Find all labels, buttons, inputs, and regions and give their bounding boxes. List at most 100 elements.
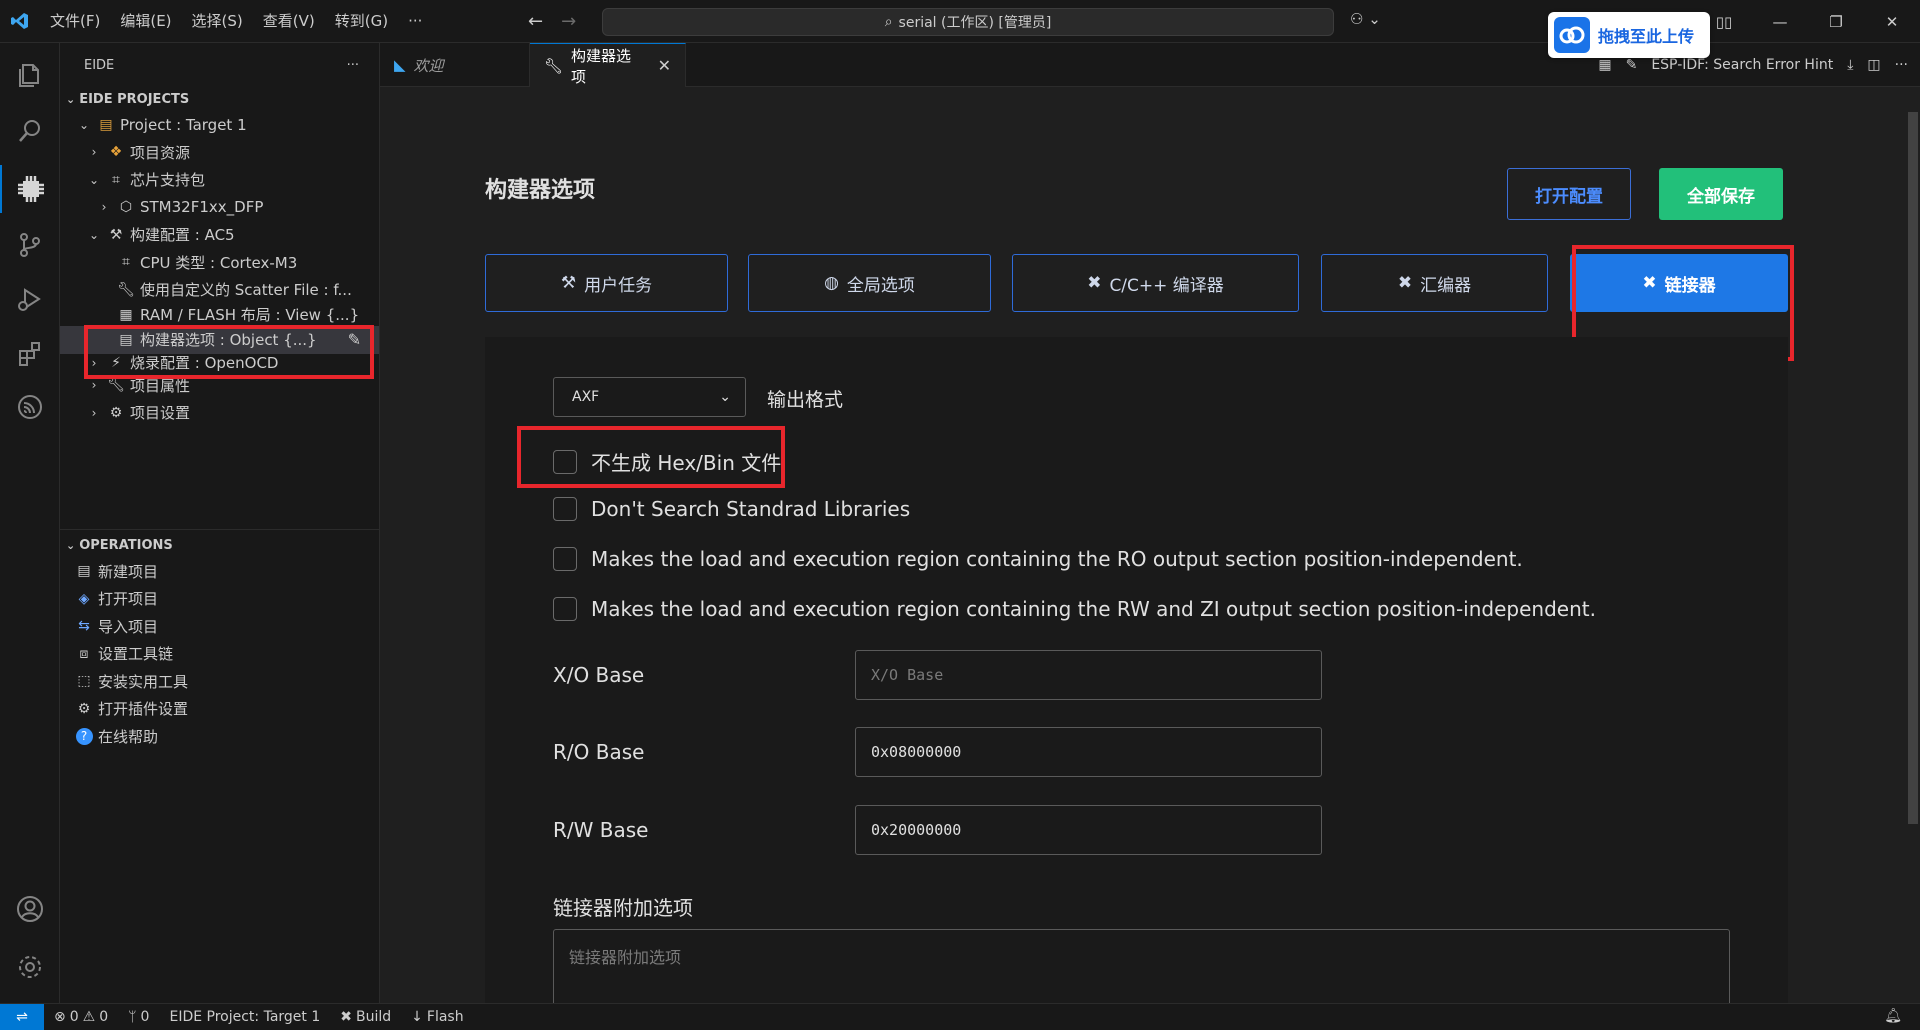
warning-icon: ⚠ — [82, 1009, 96, 1025]
close-window-icon[interactable]: ✕ — [1864, 13, 1920, 31]
checkbox[interactable] — [553, 597, 577, 621]
split-editor-icon[interactable]: ◫ — [1867, 57, 1880, 73]
op-import-project[interactable]: ⇆ 导入项目 — [60, 613, 379, 641]
minimize-icon[interactable]: — — [1752, 13, 1808, 31]
tab-button-label: 链接器 — [1664, 275, 1716, 296]
tree-item-label: 烧录配置 : OpenOCD — [130, 354, 279, 372]
espressif-icon[interactable] — [0, 383, 60, 431]
globe-icon: ◍ — [824, 273, 839, 293]
wrench-icon: 🔧︎ — [544, 56, 564, 75]
tree-item-flash-config[interactable]: › ⚡︎ 烧录配置 : OpenOCD — [60, 354, 379, 372]
tab-user-tasks[interactable]: ⚒ 用户任务 — [485, 254, 728, 312]
tab-builder-options[interactable]: 🔧︎ 构建器选项 ✕ — [530, 43, 686, 87]
problems-status[interactable]: ⊗ 0 ⚠ 0 — [44, 1009, 118, 1025]
eide-projects-section[interactable]: ⌄ EIDE PROJECTS — [60, 87, 379, 111]
source-control-icon[interactable] — [0, 221, 60, 269]
op-plugin-settings[interactable]: ⚙ 打开插件设置 — [60, 695, 379, 723]
download-icon[interactable]: ⤓ — [1847, 57, 1853, 73]
tab-assembler[interactable]: ✖ 汇编器 — [1321, 254, 1548, 312]
bell-icon[interactable]: 🔔︎ — [1884, 1008, 1902, 1024]
tree-item-cpu-type[interactable]: ⌗ CPU 类型 : Cortex-M3 — [60, 249, 379, 277]
tree-item-label: 项目设置 — [130, 404, 191, 423]
chevron-down-icon: ⌄ — [88, 172, 100, 187]
build-status[interactable]: ✖ Build — [330, 1009, 401, 1025]
op-online-help[interactable]: ? 在线帮助 — [60, 723, 379, 751]
menu-edit[interactable]: 编辑(E) — [110, 0, 181, 43]
op-install-tools[interactable]: ⬚ 安装实用工具 — [60, 668, 379, 696]
xo-base-input[interactable]: X/O Base — [855, 650, 1322, 700]
brush-icon[interactable]: ✎ — [1626, 57, 1638, 73]
checkbox-row-rw-pi[interactable]: Makes the load and execution region cont… — [553, 597, 1596, 621]
menu-more[interactable]: ··· — [398, 0, 432, 43]
tab-linker[interactable]: ✖ 链接器 — [1570, 254, 1788, 312]
scrollbar-thumb[interactable] — [1908, 112, 1918, 824]
flash-status[interactable]: ↓ Flash — [401, 1009, 473, 1025]
package-cube-icon: ⬡ — [119, 199, 133, 216]
tree-item-chip-package[interactable]: ⌄ ⌗ 芯片支持包 — [60, 166, 379, 194]
tab-button-label: 汇编器 — [1420, 275, 1472, 296]
checkbox[interactable] — [553, 449, 577, 474]
tab-welcome[interactable]: ◣ 欢迎 — [380, 43, 530, 87]
tree-item-project-settings[interactable]: › ⚙ 项目设置 — [60, 399, 379, 427]
more-actions-icon[interactable]: ··· — [1895, 57, 1908, 73]
output-format-select[interactable]: AXF ⌄ — [553, 377, 746, 417]
checkbox-row-ro-pi[interactable]: Makes the load and execution region cont… — [553, 547, 1523, 571]
operations-section[interactable]: ⌄ OPERATIONS — [60, 534, 379, 558]
remote-icon[interactable]: ⇌ — [0, 1003, 44, 1030]
toolbox-icon: ⧈ — [79, 645, 89, 662]
tree-item-stm32-dfp[interactable]: › ⬡ STM32F1xx_DFP — [60, 194, 379, 222]
open-config-button[interactable]: 打开配置 — [1507, 168, 1631, 220]
rw-base-input[interactable]: 0x20000000 — [855, 805, 1322, 855]
cloud-upload-icon — [1554, 17, 1590, 53]
esp-idf-hint-label[interactable]: ESP-IDF: Search Error Hint — [1651, 57, 1833, 73]
forward-arrow-icon[interactable]: → — [561, 11, 576, 32]
search-icon: ⌕ — [884, 14, 893, 30]
operations-header: OPERATIONS — [79, 538, 173, 553]
ro-base-input[interactable]: 0x08000000 — [855, 727, 1322, 777]
menu-view[interactable]: 查看(V) — [253, 0, 325, 43]
save-all-button[interactable]: 全部保存 — [1659, 168, 1783, 220]
maximize-icon[interactable]: ❐ — [1808, 13, 1864, 31]
editor-scrollbar[interactable] — [1906, 87, 1920, 1003]
edit-pencil-icon[interactable]: ✎ — [348, 330, 361, 349]
menu-go[interactable]: 转到(G) — [325, 0, 398, 43]
more-actions-icon[interactable]: ··· — [347, 58, 359, 73]
run-debug-icon[interactable] — [0, 275, 60, 323]
build-icon[interactable]: ▦ — [1598, 57, 1611, 73]
tree-item-project-resources[interactable]: › ❖ 项目资源 — [60, 139, 379, 167]
manage-gear-icon[interactable] — [0, 943, 60, 991]
tab-global-options[interactable]: ◍ 全局选项 — [748, 254, 991, 312]
search-view-icon[interactable] — [0, 107, 60, 155]
help-icon: ? — [74, 727, 94, 745]
checkbox-row-no-hex[interactable]: 不生成 Hex/Bin 文件 — [553, 447, 781, 476]
command-center-search[interactable]: ⌕ serial (工作区) [管理员] — [602, 8, 1334, 36]
gear-icon: ⚙ — [109, 404, 123, 421]
tree-item-builder-options[interactable]: ▤ 构建器选项 : Object {...} ✎ — [60, 325, 379, 354]
close-icon[interactable]: ✕ — [658, 56, 671, 75]
checkbox-label: Makes the load and execution region cont… — [591, 597, 1596, 621]
tree-item-memory-layout[interactable]: ▦ RAM / FLASH 布局 : View {...} — [60, 304, 379, 326]
checkbox[interactable] — [553, 497, 577, 521]
tree-item-build-config[interactable]: ⌄ ⚒ 构建配置 : AC5 — [60, 221, 379, 249]
upload-badge[interactable]: 拖拽至此上传 — [1548, 12, 1710, 58]
menu-selection[interactable]: 选择(S) — [182, 0, 253, 43]
op-new-project[interactable]: ▤ 新建项目 — [60, 558, 379, 586]
eide-project-status[interactable]: EIDE Project: Target 1 — [159, 1009, 330, 1025]
tree-item-project-properties[interactable]: › 🔧︎ 项目属性 — [60, 372, 379, 400]
menu-file[interactable]: 文件(F) — [40, 0, 110, 43]
checkbox-row-no-std-libs[interactable]: Don't Search Standrad Libraries — [553, 497, 910, 521]
tab-c-compiler[interactable]: ✖ C/C++ 编译器 — [1012, 254, 1299, 312]
copilot-icon[interactable]: ⚇ ⌄ — [1350, 10, 1381, 28]
op-set-toolchain[interactable]: ⧈ 设置工具链 — [60, 640, 379, 668]
extensions-icon[interactable] — [0, 329, 60, 377]
checkbox[interactable] — [553, 547, 577, 571]
back-arrow-icon[interactable]: ← — [528, 11, 543, 32]
ports-status[interactable]: ᛘ 0 — [118, 1009, 159, 1025]
op-open-project[interactable]: ◈ 打开项目 — [60, 585, 379, 613]
tree-item-project[interactable]: ⌄ ▤ Project : Target 1 — [60, 111, 379, 139]
account-icon[interactable] — [0, 885, 60, 933]
explorer-icon[interactable] — [0, 51, 60, 99]
tree-item-scatter-file[interactable]: 🔧︎ 使用自定义的 Scatter File : f... — [60, 276, 379, 304]
eide-chip-icon[interactable] — [0, 165, 60, 213]
linker-misc-textarea[interactable]: 链接器附加选项 — [553, 929, 1730, 1003]
